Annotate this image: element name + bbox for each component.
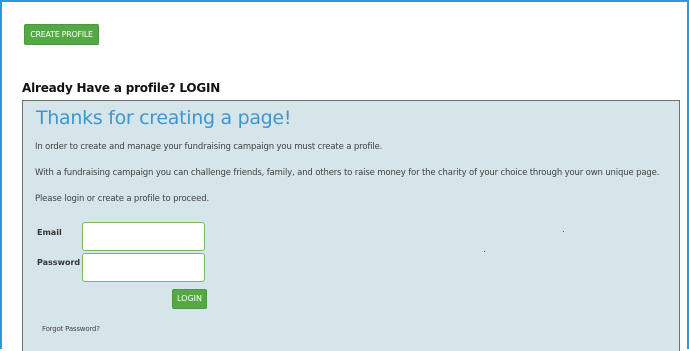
stray-dot xyxy=(484,251,485,252)
email-label: Email xyxy=(37,228,62,237)
password-label: Password xyxy=(37,258,81,267)
intro-paragraph-3: Please login or create a profile to proc… xyxy=(35,194,210,204)
login-panel: Thanks for creating a page! In order to … xyxy=(22,100,680,351)
intro-paragraph-2: With a fundraising campaign you can chal… xyxy=(35,168,660,178)
login-button[interactable]: LOGIN xyxy=(172,289,207,309)
panel-title: Thanks for creating a page! xyxy=(36,107,292,129)
intro-paragraph-1: In order to create and manage your fundr… xyxy=(35,142,383,152)
email-field[interactable] xyxy=(82,222,205,251)
login-section-heading: Already Have a profile? LOGIN xyxy=(22,81,221,95)
page-frame: CREATE PROFILE Already Have a profile? L… xyxy=(0,0,689,351)
password-field[interactable] xyxy=(82,253,205,282)
create-profile-button[interactable]: CREATE PROFILE xyxy=(24,24,99,45)
forgot-password-link[interactable]: Forgot Password? xyxy=(42,325,100,333)
stray-dot xyxy=(563,231,564,232)
